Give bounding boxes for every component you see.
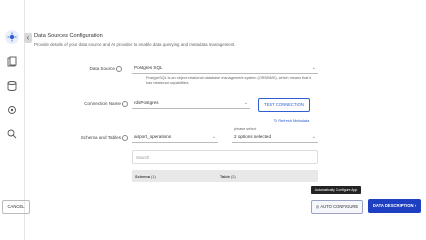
info-icon: [122, 101, 128, 107]
data-source-label: Data Source: [82, 66, 122, 72]
info-icon: [116, 66, 122, 72]
info-icon: [122, 135, 128, 141]
tables-select[interactable]: 2 options selected ⌄: [232, 133, 318, 143]
data-source-select[interactable]: Postgres SQL ⌄: [132, 64, 318, 74]
cancel-button[interactable]: CANCEL: [2, 200, 30, 214]
chevron-down-icon: ⌄: [311, 65, 316, 71]
page-subtitle: Provide details of your data source and …: [34, 42, 236, 47]
chevron-right-icon: ›: [413, 203, 417, 208]
table-header: Schema (1) Table (2): [132, 170, 318, 182]
tables-value: 2 options selected: [234, 134, 272, 139]
schema-column-header: Schema (1): [135, 174, 156, 179]
chevron-down-icon: ⌄: [243, 100, 248, 106]
schema-select[interactable]: airport_operations ⌄: [132, 133, 218, 143]
documents-icon[interactable]: [6, 56, 18, 68]
schema-value: airport_operations: [134, 134, 172, 139]
test-connection-button[interactable]: TEST CONNECTION: [258, 98, 310, 112]
auto-configure-tooltip: Automatically Configure App: [311, 186, 361, 194]
data-description-button[interactable]: DATA DESCRIPTION ›: [368, 199, 421, 213]
connection-name-label: Connection Name: [74, 101, 128, 107]
chevron-down-icon: ⌄: [211, 134, 216, 140]
refresh-metadata-link[interactable]: ↻ Refresh Metadata: [274, 118, 309, 123]
schema-tables-label: Schema and Tables: [70, 135, 128, 141]
database-icon[interactable]: [6, 80, 18, 92]
chevron-down-icon: ⌄: [311, 134, 316, 140]
table-column-header: Table (2): [220, 174, 236, 179]
connection-name-value: rdsPostgres: [134, 100, 159, 105]
settings-icon[interactable]: [6, 104, 18, 116]
auto-configure-button[interactable]: ◎ AUTO CONFIGURE: [311, 200, 363, 214]
data-source-value: Postgres SQL: [134, 65, 163, 70]
tables-hint: please select: [234, 127, 257, 131]
collapse-sidebar-button[interactable]: ‹: [24, 33, 32, 43]
data-source-description: PostgreSQL is an object-relational datab…: [146, 76, 312, 85]
page-title: Data Sources Configuration: [34, 33, 103, 39]
search-nav-icon[interactable]: [6, 128, 18, 140]
app-logo[interactable]: [5, 30, 19, 44]
connection-name-select[interactable]: rdsPostgres ⌄: [132, 99, 250, 109]
search-input[interactable]: Search: [132, 150, 318, 164]
